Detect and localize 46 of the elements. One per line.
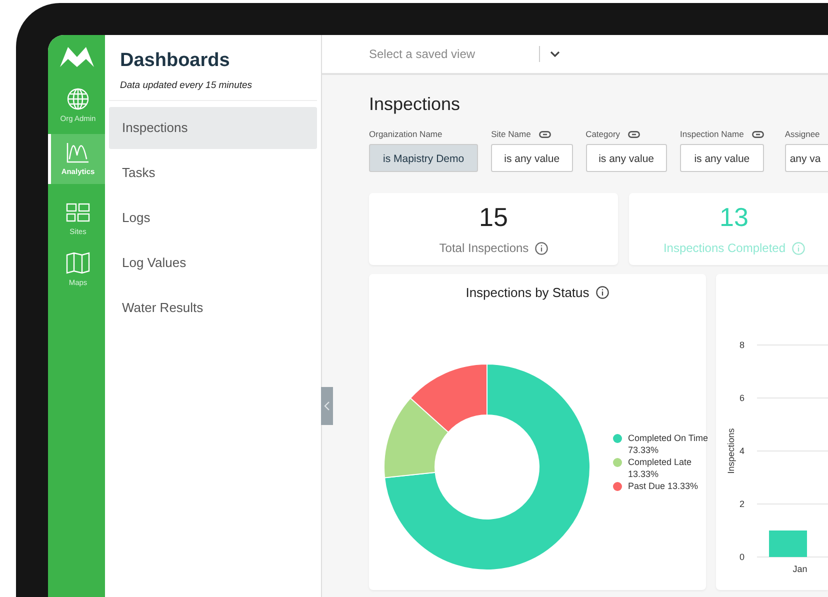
dashboard-item[interactable]: Logs [109,197,317,239]
filter-label: Organization Name [369,129,442,139]
kpi-value: 13 [720,202,748,233]
filter-field[interactable]: any va [784,144,828,172]
sidebar-title: Dashboards [120,50,231,72]
logo-icon [60,45,94,67]
tick-label: 4 [740,446,744,456]
legend-dot [613,434,622,443]
info-icon[interactable] [596,286,610,299]
saved-view-select[interactable]: Select a saved view [369,47,537,61]
chart-title: Inspections by Status [466,285,590,300]
category-label: Jan [792,564,808,574]
kpi-label: Inspections Completed [663,241,786,255]
wave-chart-icon [66,142,90,163]
axis-title: Inspections [726,428,736,474]
dashboard-item[interactable]: Log Values [109,242,317,284]
filter-field[interactable]: is any value [491,144,573,172]
dashboard-item[interactable]: Inspections [109,107,317,149]
chevron-down-icon[interactable] [550,51,560,57]
filter-field[interactable]: is any value [680,144,764,172]
legend-label: Completed On Time 73.33% [628,433,710,456]
tick-label: 0 [740,552,744,562]
page-title: Inspections [369,94,462,115]
grid-icon [66,203,90,223]
legend-label: Past Due 13.33% [628,481,700,492]
filter-field[interactable]: is Mapistry Demo [369,144,478,172]
dashboard-item[interactable]: Tasks [109,152,317,194]
kpi-value: 15 [479,202,508,233]
filter-field[interactable]: is any value [586,144,668,172]
info-icon[interactable] [534,242,548,254]
kpi-label: Total Inspections [439,241,529,255]
tick-label: 6 [740,393,744,403]
globe-icon [67,88,89,110]
filter-label: Site Name [491,129,531,139]
collapse-handle[interactable] [321,387,333,425]
map-icon [66,252,90,274]
filter-label: Category [586,129,620,139]
tick-label: 8 [740,340,744,350]
legend-dot [613,458,622,467]
update-note: Data updated every 15 minutes [120,80,254,91]
tick-label: 2 [740,499,744,509]
legend-dot [613,482,622,491]
filter-label: Inspection Name [680,129,744,139]
dashboard-item[interactable]: Water Results [109,287,317,329]
legend-label: Completed Late 13.33% [628,457,693,480]
filter-label: Assignee [784,129,820,139]
